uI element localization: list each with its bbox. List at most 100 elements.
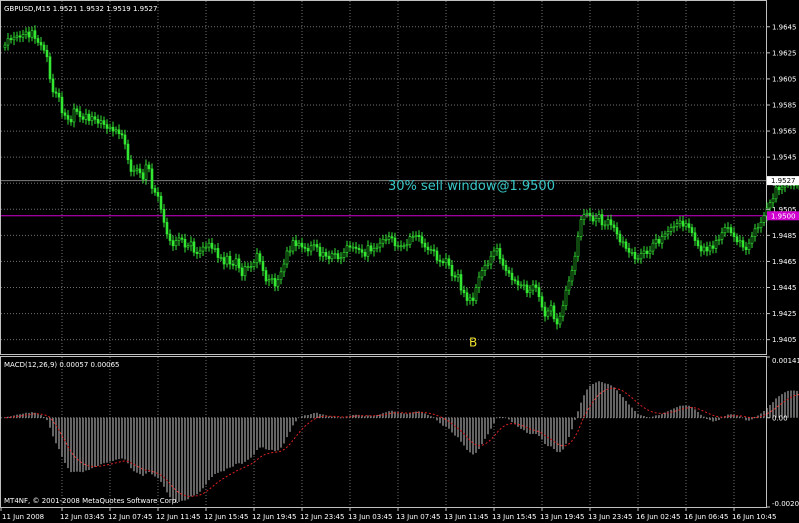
x-tick-label: 16 Jun 02:45 [636, 513, 680, 521]
candle-body [393, 237, 397, 247]
candle-body [120, 133, 124, 136]
candle-body [186, 245, 190, 248]
candle-body [342, 252, 346, 258]
candle-body [363, 252, 367, 257]
candle-body [336, 253, 340, 260]
candle-body [360, 249, 364, 253]
candle-body [747, 242, 751, 251]
candle-body [51, 78, 55, 93]
x-tick-label: 13 Jun 15:45 [492, 513, 536, 521]
candle-body [207, 242, 211, 248]
candle-body [534, 284, 538, 288]
candle-body [276, 279, 280, 287]
candle-body [573, 255, 577, 271]
candle-body [258, 253, 262, 262]
candle-body [420, 236, 424, 244]
candle-body [147, 164, 151, 170]
candle-body [324, 252, 328, 257]
candle-body [429, 249, 433, 252]
candle-body [390, 236, 394, 239]
candle-body [504, 265, 508, 271]
candle-body [30, 30, 34, 38]
macd-tick-label: 0.00141 [772, 357, 799, 365]
candle-body [606, 219, 610, 226]
candle-body [678, 220, 682, 224]
candle-body [282, 263, 286, 273]
candle-body [303, 246, 307, 249]
candle-body [711, 245, 715, 249]
candle-body [399, 245, 403, 248]
x-tick-label: 13 Jun 03:45 [348, 513, 392, 521]
x-tick-label: 13 Jun 19:45 [540, 513, 584, 521]
candle-body [537, 287, 541, 297]
candle-body [126, 143, 130, 161]
candle-body [165, 222, 169, 235]
candle-body [729, 227, 733, 234]
candle-body [132, 169, 136, 172]
y-tick-label: 1.9645 [772, 23, 797, 31]
candle-body [450, 265, 454, 277]
macd-axis: 0.00141 0.00 -0.00207 [766, 356, 799, 508]
candle-body [261, 261, 265, 271]
candle-body [87, 113, 91, 121]
candle-body [129, 159, 133, 172]
candle-body [33, 30, 37, 39]
candle-body [273, 278, 277, 287]
candle-body [21, 34, 25, 38]
main-panel-frame [0, 0, 767, 355]
candle-body [654, 238, 658, 244]
candle-body [189, 241, 193, 247]
candle-body [603, 224, 607, 227]
candle-body [309, 245, 313, 252]
candle-body [591, 215, 595, 222]
candle-body [60, 96, 64, 114]
candle-body [252, 262, 256, 267]
candle-body [600, 214, 604, 226]
candle-body [636, 258, 640, 261]
candle-body [564, 289, 568, 307]
candle-body [213, 248, 217, 250]
macd-title: MACD(12,26,9) 0.00057 0.00065 [4, 361, 120, 369]
candle-body [702, 246, 706, 252]
candle-body [567, 280, 571, 291]
candle-body [771, 198, 775, 204]
candle-body [735, 236, 739, 243]
candle-body [345, 245, 349, 253]
candle-body [441, 261, 445, 264]
x-tick-label: 12 Jun 15:45 [204, 513, 248, 521]
candle-body [48, 56, 52, 80]
candle-body [291, 240, 295, 252]
candle-body [306, 248, 310, 252]
x-tick-label: 11 Jun 2008 [2, 513, 44, 521]
candle-body [168, 233, 172, 241]
candle-body [243, 266, 247, 277]
x-tick-label: 12 Jun 11:45 [156, 513, 200, 521]
candle-body [663, 233, 667, 237]
candle-body [3, 44, 7, 48]
candle-body [93, 116, 97, 120]
candle-body [633, 252, 637, 260]
candle-body [84, 113, 88, 120]
candle-body [297, 242, 301, 247]
candle-body [108, 126, 112, 129]
candle-body [432, 249, 436, 252]
candle-body [357, 248, 361, 251]
candle-body [114, 129, 118, 132]
candle-body [177, 237, 181, 241]
candle-body [546, 310, 550, 317]
candle-body [741, 240, 745, 248]
candle-body [81, 116, 85, 120]
candle-body [708, 245, 712, 252]
candle-body [474, 287, 478, 301]
candle-body [321, 252, 325, 257]
candle-body [723, 227, 727, 234]
candle-body [96, 119, 100, 124]
candle-body [498, 248, 502, 260]
candle-body [300, 242, 304, 248]
candle-body [570, 270, 574, 282]
candle-body [531, 284, 535, 291]
candle-body [99, 120, 103, 124]
candle-body [468, 297, 472, 301]
x-tick-label: 16 Jun 06:45 [684, 513, 728, 521]
candle-body [228, 255, 232, 265]
